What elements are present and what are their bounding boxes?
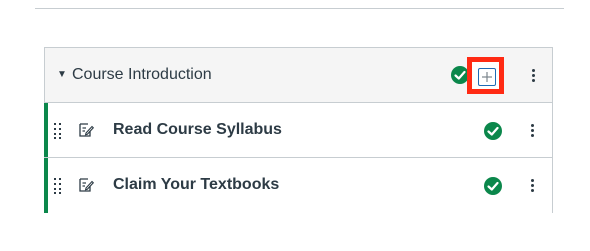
item-kebab-icon[interactable] — [530, 122, 536, 140]
module-item-title[interactable]: Read Course Syllabus — [113, 120, 282, 140]
drag-handle-icon[interactable] — [54, 123, 62, 139]
module-item-title[interactable]: Claim Your Textbooks — [113, 175, 279, 195]
module-header[interactable]: ▼ Course Introduction — [45, 48, 552, 103]
module-course-introduction: ▼ Course Introduction Read Course Syllab… — [44, 47, 553, 213]
module-item: Claim Your Textbooks — [44, 158, 552, 213]
published-bar — [44, 103, 48, 157]
published-bar — [44, 158, 48, 213]
module-item: Read Course Syllabus — [44, 103, 552, 158]
add-item-button[interactable] — [478, 68, 496, 86]
module-title[interactable]: Course Introduction — [72, 65, 212, 85]
caret-down-icon[interactable]: ▼ — [57, 68, 67, 82]
add-item-highlight — [467, 57, 504, 94]
module-kebab-icon[interactable] — [531, 67, 537, 85]
top-divider — [35, 8, 564, 9]
page-edit-icon — [79, 123, 94, 137]
item-kebab-icon[interactable] — [530, 177, 536, 195]
page-edit-icon — [79, 178, 94, 192]
check-circle-icon[interactable] — [484, 122, 502, 140]
drag-handle-icon[interactable] — [54, 178, 62, 194]
check-circle-icon[interactable] — [484, 177, 502, 195]
plus-icon — [482, 72, 492, 82]
